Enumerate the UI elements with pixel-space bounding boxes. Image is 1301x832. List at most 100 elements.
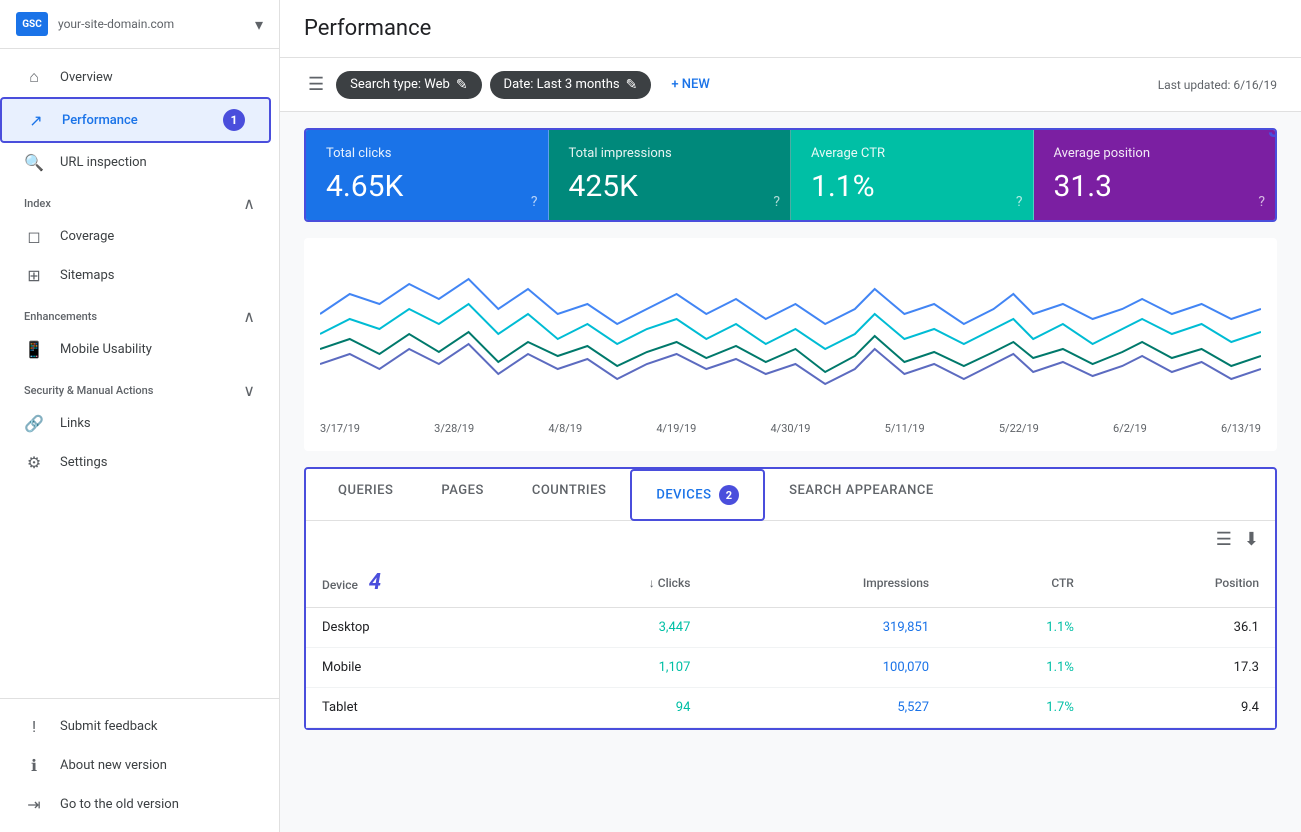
links-icon: 🔗 — [24, 414, 44, 433]
chart-date: 4/8/19 — [548, 422, 582, 435]
content-area: Total clicks 4.65K ? Total impressions 4… — [280, 112, 1301, 832]
main-header: Performance — [280, 0, 1301, 58]
metric-ctr-value: 1.1% — [811, 169, 1013, 204]
help-icon[interactable]: ? — [1016, 194, 1023, 210]
footer-label: About new version — [60, 758, 167, 773]
exit-icon: ⇥ — [24, 795, 44, 814]
table-row: Desktop 3,447 319,851 1.1% 36.1 — [306, 608, 1275, 648]
page-title: Performance — [304, 16, 431, 41]
new-button[interactable]: + NEW — [659, 71, 721, 98]
sidebar-footer-go-to-old-version[interactable]: ⇥ Go to the old version — [0, 785, 279, 824]
coverage-icon: ◻ — [24, 227, 44, 246]
table-download-icon[interactable]: ⬇ — [1244, 529, 1259, 550]
sidebar-footer-about-new-version[interactable]: ℹ About new version — [0, 746, 279, 785]
section-label: Index — [24, 197, 51, 210]
metric-impressions-value: 425K — [569, 169, 771, 204]
chart-date: 4/30/19 — [771, 422, 811, 435]
metric-position[interactable]: Average position 31.3 ? 3. — [1034, 130, 1276, 220]
sidebar-item-url-inspection[interactable]: 🔍 URL inspection — [0, 143, 263, 182]
section-index[interactable]: Index ∧ — [0, 182, 279, 217]
sidebar-item-coverage[interactable]: ◻ Coverage — [0, 217, 263, 256]
section-enhancements[interactable]: Enhancements ∧ — [0, 295, 279, 330]
section-label: Enhancements — [24, 310, 97, 323]
chart-date: 5/11/19 — [885, 422, 925, 435]
ctr-cell: 1.1% — [945, 648, 1090, 688]
help-icon[interactable]: ? — [1258, 194, 1265, 210]
sidebar-item-sitemaps[interactable]: ⊞ Sitemaps — [0, 256, 263, 295]
search-type-chip[interactable]: Search type: Web ✎ — [336, 71, 481, 99]
sidebar-nav: ⌂ Overview ↗ Performance 1 🔍 URL inspect… — [0, 49, 279, 698]
filter-icon-button[interactable]: ☰ — [304, 70, 328, 99]
chart-date: 5/22/19 — [999, 422, 1039, 435]
metric-impressions-title: Total impressions — [569, 146, 771, 161]
tab-label: COUNTRIES — [532, 483, 607, 498]
performance-chart — [320, 254, 1261, 414]
col-clicks[interactable]: ↓ Clicks — [527, 558, 706, 608]
col-position[interactable]: Position — [1090, 558, 1275, 608]
mobile-icon: 📱 — [24, 340, 44, 359]
sidebar-item-settings[interactable]: ⚙ Settings — [0, 443, 263, 482]
sidebar-item-links[interactable]: 🔗 Links — [0, 404, 263, 443]
tab-countries[interactable]: COUNTRIES — [508, 469, 631, 521]
chevron-up-icon: ∧ — [243, 194, 255, 213]
clicks-cell: 1,107 — [527, 648, 706, 688]
chart-date: 4/19/19 — [656, 422, 696, 435]
sidebar-item-mobile-usability[interactable]: 📱 Mobile Usability — [0, 330, 263, 369]
sidebar-item-performance[interactable]: ↗ Performance 1 — [0, 97, 271, 143]
sitemaps-icon: ⊞ — [24, 266, 44, 285]
chart-date: 6/13/19 — [1221, 422, 1261, 435]
table-row: Tablet 94 5,527 1.7% 9.4 — [306, 688, 1275, 728]
date-chip[interactable]: Date: Last 3 months ✎ — [490, 71, 652, 99]
table-filter-icon[interactable]: ☰ — [1216, 529, 1232, 550]
dropdown-icon[interactable]: ▾ — [255, 15, 263, 34]
metric-impressions[interactable]: Total impressions 425K ? — [549, 130, 792, 220]
tab-label: PAGES — [441, 483, 483, 498]
tabs-bar: QUERIES PAGES COUNTRIES DEVICES 2 SEARCH… — [306, 469, 1275, 521]
search-icon: 🔍 — [24, 153, 44, 172]
sidebar-item-label: URL inspection — [60, 155, 239, 170]
tab-search-appearance[interactable]: SEARCH APPEARANCE — [765, 469, 958, 521]
sidebar-item-label: Performance — [62, 113, 207, 128]
sidebar: GSC your-site-domain.com ▾ ⌂ Overview ↗ … — [0, 0, 280, 832]
tab-label: DEVICES — [656, 488, 711, 503]
position-cell: 17.3 — [1090, 648, 1275, 688]
sidebar-footer: ! Submit feedback ℹ About new version ⇥ … — [0, 698, 279, 832]
col-ctr[interactable]: CTR — [945, 558, 1090, 608]
tab-label: SEARCH APPEARANCE — [789, 483, 934, 498]
help-icon[interactable]: ? — [531, 194, 538, 210]
metric-position-title: Average position — [1054, 146, 1256, 161]
device-cell: Desktop — [306, 608, 527, 648]
tab-queries[interactable]: QUERIES — [314, 469, 417, 521]
impressions-cell: 100,070 — [706, 648, 945, 688]
help-icon[interactable]: ? — [773, 194, 780, 210]
sidebar-item-label: Sitemaps — [60, 268, 239, 283]
device-cell: Mobile — [306, 648, 527, 688]
col-impressions[interactable]: Impressions — [706, 558, 945, 608]
footer-label: Go to the old version — [60, 797, 179, 812]
search-type-label: Search type: Web — [350, 77, 450, 92]
metric-clicks-title: Total clicks — [326, 146, 528, 161]
sidebar-item-overview[interactable]: ⌂ Overview — [0, 57, 263, 97]
tabs-section: QUERIES PAGES COUNTRIES DEVICES 2 SEARCH… — [304, 467, 1277, 730]
app-logo: GSC — [16, 12, 48, 36]
date-label: Date: Last 3 months — [504, 77, 620, 92]
col-device: Device 4 — [306, 558, 527, 608]
metric-ctr-title: Average CTR — [811, 146, 1013, 161]
new-button-label: + NEW — [671, 77, 709, 92]
device-table: Device 4 ↓ Clicks Impressions CTR — [306, 558, 1275, 728]
metrics-container: Total clicks 4.65K ? Total impressions 4… — [304, 128, 1277, 222]
edit-icon: ✎ — [626, 77, 638, 93]
last-updated: Last updated: 6/16/19 — [1158, 78, 1277, 92]
home-icon: ⌂ — [24, 67, 44, 87]
tab-devices[interactable]: DEVICES 2 — [630, 469, 765, 521]
section-security[interactable]: Security & Manual Actions ∨ — [0, 369, 279, 404]
metric-ctr[interactable]: Average CTR 1.1% ? — [791, 130, 1034, 220]
chevron-down-icon: ∨ — [243, 381, 255, 400]
sidebar-footer-submit-feedback[interactable]: ! Submit feedback — [0, 707, 279, 746]
metric-clicks-value: 4.65K — [326, 169, 528, 204]
metric-clicks[interactable]: Total clicks 4.65K ? — [306, 130, 549, 220]
chart-date: 3/28/19 — [434, 422, 474, 435]
tab-pages[interactable]: PAGES — [417, 469, 507, 521]
main-content: Performance ☰ Search type: Web ✎ Date: L… — [280, 0, 1301, 832]
sidebar-logo: GSC your-site-domain.com ▾ — [0, 0, 279, 49]
